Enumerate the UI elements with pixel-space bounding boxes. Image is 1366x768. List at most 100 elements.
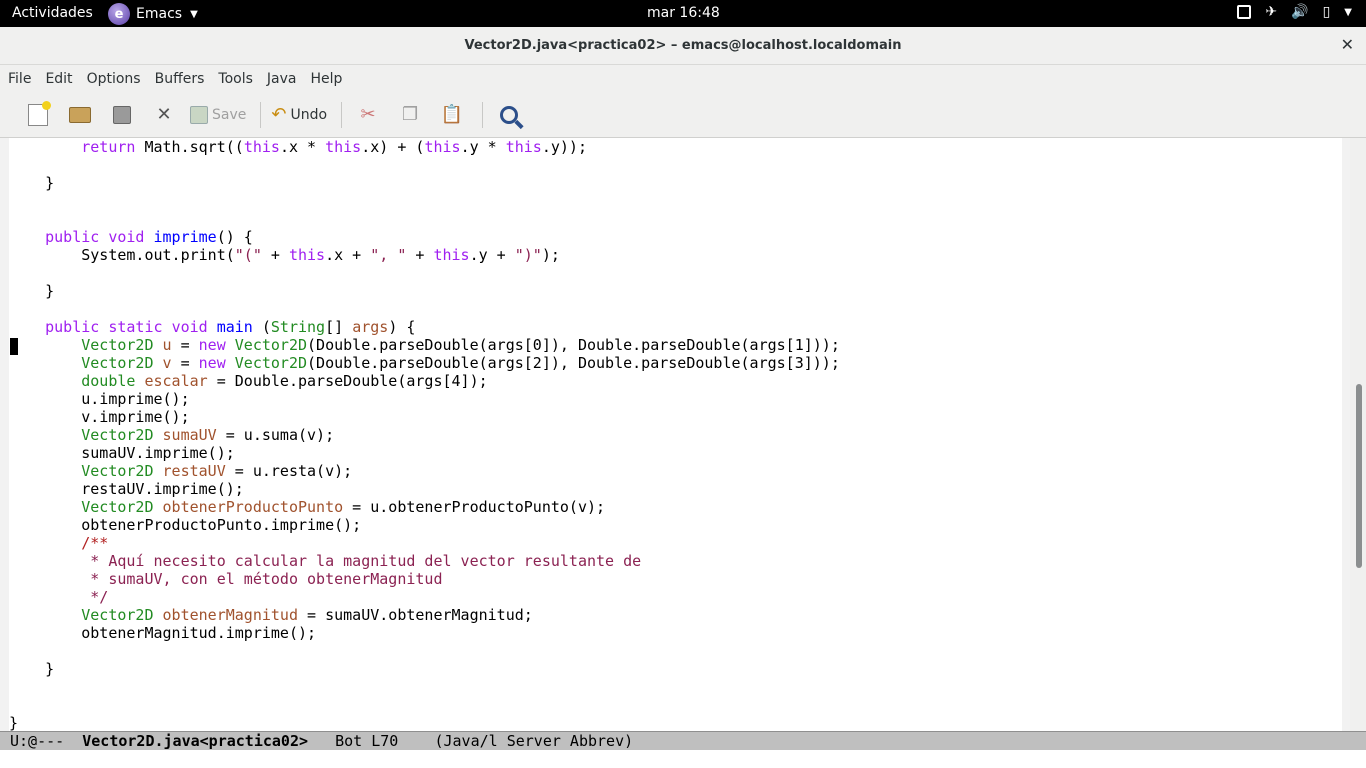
- menu-edit[interactable]: Edit: [45, 65, 82, 93]
- code-line[interactable]: }: [9, 282, 840, 300]
- menu-file[interactable]: File: [8, 65, 41, 93]
- code-line[interactable]: [9, 696, 840, 714]
- code-line[interactable]: double escalar = Double.parseDouble(args…: [9, 372, 840, 390]
- code-line[interactable]: }: [9, 714, 840, 731]
- code-line[interactable]: * sumaUV, con el método obtenerMagnitud: [9, 570, 840, 588]
- close-window-button[interactable]: ✕: [1341, 35, 1354, 54]
- code-token: * sumaUV, con el método obtenerMagnitud: [90, 570, 443, 588]
- code-token: restaUV: [162, 462, 226, 480]
- code-line[interactable]: public static void main (String[] args) …: [9, 318, 840, 336]
- undo-button[interactable]: ↶ Undo: [271, 100, 327, 130]
- code-line[interactable]: return Math.sqrt((this.x * this.x) + (th…: [9, 138, 840, 156]
- cut-button[interactable]: ✂: [352, 100, 384, 130]
- left-fringe: [0, 138, 9, 731]
- code-token: []: [325, 318, 353, 336]
- code-line[interactable]: [9, 210, 840, 228]
- text-cursor: [10, 338, 18, 355]
- code-token: obtenerMagnitud: [162, 606, 298, 624]
- kill-buffer-button[interactable]: ✕: [148, 100, 180, 130]
- code-token: new: [198, 354, 226, 372]
- code-token: .y));: [541, 138, 587, 156]
- code-line[interactable]: u.imprime();: [9, 390, 840, 408]
- code-token: restaUV.imprime();: [9, 480, 244, 498]
- code-line[interactable]: Vector2D v = new Vector2D(Double.parseDo…: [9, 354, 840, 372]
- code-line[interactable]: [9, 300, 840, 318]
- code-line[interactable]: v.imprime();: [9, 408, 840, 426]
- code-token: (Double.parseDouble(args[2]), Double.par…: [307, 354, 840, 372]
- code-line[interactable]: }: [9, 660, 840, 678]
- code-token: Vector2D: [81, 354, 154, 372]
- buffer-flags: U:@---: [10, 732, 65, 750]
- save-button[interactable]: Save: [190, 100, 246, 130]
- code-line[interactable]: restaUV.imprime();: [9, 480, 840, 498]
- system-tray[interactable]: ✈ 🔊 ▯ ▼: [1237, 4, 1352, 20]
- code-token: static: [108, 318, 163, 336]
- copy-button[interactable]: ❐: [394, 100, 426, 130]
- system-menu-chevron-icon[interactable]: ▼: [1344, 7, 1352, 18]
- volume-icon[interactable]: 🔊: [1291, 4, 1308, 20]
- major-mode[interactable]: (Java/l Server Abbrev): [434, 732, 633, 750]
- buffer-name[interactable]: Vector2D.java<practica02>: [82, 732, 308, 750]
- code-line[interactable]: obtenerProductoPunto.imprime();: [9, 516, 840, 534]
- menu-options[interactable]: Options: [87, 65, 151, 93]
- code-line[interactable]: [9, 192, 840, 210]
- open-file-button[interactable]: [64, 100, 96, 130]
- code-line[interactable]: * Aquí necesito calcular la magnitud del…: [9, 552, 840, 570]
- code-line[interactable]: Vector2D obtenerProductoPunto = u.obtene…: [9, 498, 840, 516]
- new-file-button[interactable]: [22, 100, 54, 130]
- battery-icon[interactable]: ▯: [1323, 4, 1331, 20]
- paste-button[interactable]: 📋: [436, 100, 468, 130]
- code-line[interactable]: [9, 642, 840, 660]
- toolbar: ✕ Save ↶ Undo ✂ ❐ 📋: [0, 93, 1366, 138]
- code-line[interactable]: [9, 264, 840, 282]
- toolbar-separator: [341, 102, 343, 128]
- code-line[interactable]: /**: [9, 534, 840, 552]
- code-line[interactable]: }: [9, 174, 840, 192]
- clock[interactable]: mar 16:48: [647, 5, 720, 21]
- code-token: =: [171, 354, 199, 372]
- code-line[interactable]: Vector2D u = new Vector2D(Double.parseDo…: [9, 336, 840, 354]
- code-token: Vector2D: [81, 462, 154, 480]
- code-line[interactable]: Vector2D obtenerMagnitud = sumaUV.obtene…: [9, 606, 840, 624]
- menu-help[interactable]: Help: [310, 65, 352, 93]
- code-line[interactable]: */: [9, 588, 840, 606]
- code-line[interactable]: [9, 156, 840, 174]
- code-token: .y *: [460, 138, 506, 156]
- app-menu[interactable]: e Emacs ▼: [108, 3, 198, 25]
- code-token: ")": [514, 246, 542, 264]
- code-line[interactable]: sumaUV.imprime();: [9, 444, 840, 462]
- code-token: (Double.parseDouble(args[0]), Double.par…: [307, 336, 840, 354]
- airplane-mode-icon[interactable]: ✈: [1265, 4, 1277, 20]
- code-line[interactable]: Vector2D sumaUV = u.suma(v);: [9, 426, 840, 444]
- code-token: v: [162, 354, 172, 372]
- menu-tools[interactable]: Tools: [218, 65, 263, 93]
- code-line[interactable]: Vector2D restaUV = u.resta(v);: [9, 462, 840, 480]
- window-title: Vector2D.java<practica02> – emacs@localh…: [464, 38, 902, 53]
- search-button[interactable]: [493, 100, 525, 130]
- menu-java[interactable]: Java: [267, 65, 307, 93]
- window-icon[interactable]: [1237, 5, 1252, 19]
- code-token: */: [90, 588, 109, 606]
- code-token: new: [198, 336, 226, 354]
- code-line[interactable]: obtenerMagnitud.imprime();: [9, 624, 840, 642]
- save-buffer-button[interactable]: [106, 100, 138, 130]
- close-icon: ✕: [156, 104, 172, 125]
- code-token: }: [9, 714, 19, 731]
- code-token: .x +: [325, 246, 371, 264]
- top-bar: Actividades e Emacs ▼ mar 16:48 ✈ 🔊 ▯ ▼: [0, 0, 1366, 27]
- editor-buffer[interactable]: return Math.sqrt((this.x * this.x) + (th…: [0, 138, 1366, 731]
- scrollbar-thumb[interactable]: [1356, 384, 1362, 568]
- code-line[interactable]: System.out.print("(" + this.x + ", " + t…: [9, 246, 840, 264]
- activities-button[interactable]: Actividades: [12, 5, 93, 21]
- code-text[interactable]: return Math.sqrt((this.x * this.x) + (th…: [9, 138, 840, 731]
- code-line[interactable]: public void imprime() {: [9, 228, 840, 246]
- code-line[interactable]: [9, 678, 840, 696]
- minibuffer[interactable]: [0, 750, 1366, 768]
- menu-buffers[interactable]: Buffers: [155, 65, 215, 93]
